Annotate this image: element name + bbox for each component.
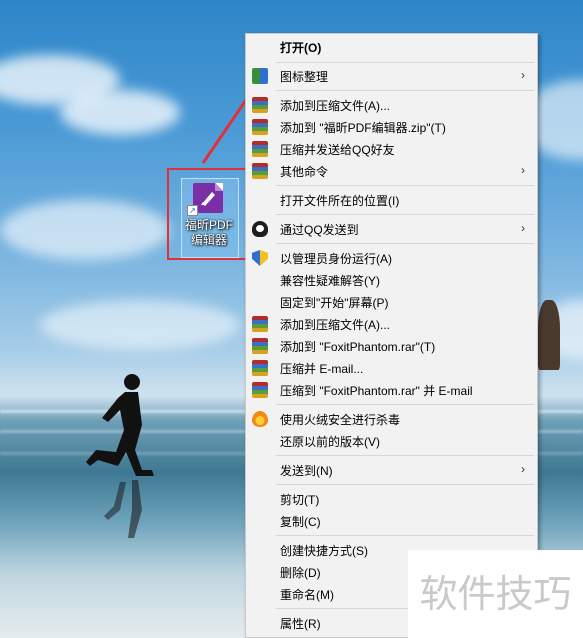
winrar-icon [252, 316, 268, 332]
menu-item-label: 图标整理 [280, 70, 329, 84]
menu-separator [276, 484, 534, 485]
winrar-icon [252, 382, 268, 398]
menu-item-troubleshoot-compat[interactable]: 兼容性疑难解答(Y) [246, 269, 537, 291]
winrar-icon [252, 360, 268, 376]
menu-item-label: 添加到压缩文件(A)... [280, 99, 390, 113]
winrar-icon [252, 338, 268, 354]
submenu-arrow-icon: › [521, 163, 525, 177]
shortcut-arrow-icon: ↗ [187, 205, 198, 216]
menu-item-open-file-location[interactable]: 打开文件所在的位置(I) [246, 189, 537, 211]
menu-item-winrar-compress-rar-email[interactable]: 压缩到 "FoxitPhantom.rar" 并 E-mail [246, 379, 537, 401]
menu-item-cut[interactable]: 剪切(T) [246, 488, 537, 510]
menu-item-label: 使用火绒安全进行杀毒 [280, 413, 401, 427]
sea-rock [538, 300, 560, 370]
menu-item-label: 发送到(N) [280, 464, 333, 478]
menu-separator [276, 535, 534, 536]
menu-item-compress-send-qq[interactable]: 压缩并发送给QQ好友 [246, 138, 537, 160]
submenu-arrow-icon: › [521, 462, 525, 476]
menu-item-label: 创建快捷方式(S) [280, 544, 368, 558]
menu-separator [276, 214, 534, 215]
menu-item-label: 兼容性疑难解答(Y) [280, 274, 380, 288]
menu-item-label: 通过QQ发送到 [280, 223, 359, 237]
menu-item-label: 重命名(M) [280, 588, 334, 602]
context-menu: 打开(O) 图标整理 › 添加到压缩文件(A)... 添加到 "福昕PDF编辑器… [245, 33, 538, 638]
grid-icon [252, 68, 268, 84]
archive-icon [252, 141, 268, 157]
menu-item-copy[interactable]: 复制(C) [246, 510, 537, 532]
menu-item-label: 其他命令 [280, 165, 329, 179]
menu-item-run-as-admin[interactable]: 以管理员身份运行(A) [246, 247, 537, 269]
runner-silhouette [86, 374, 154, 538]
menu-item-icon-arrange[interactable]: 图标整理 › [246, 65, 537, 87]
huorong-icon [252, 411, 268, 427]
menu-separator [276, 404, 534, 405]
cloud [0, 200, 170, 260]
menu-separator [276, 185, 534, 186]
menu-item-add-to-archive[interactable]: 添加到压缩文件(A)... [246, 94, 537, 116]
menu-item-send-to[interactable]: 发送到(N) › [246, 459, 537, 481]
menu-item-label: 剪切(T) [280, 493, 320, 507]
archive-icon [252, 163, 268, 179]
desktop-shortcut-highlight: ↗ 福昕PDF编辑器 [167, 168, 247, 260]
menu-item-label: 添加到 "福昕PDF编辑器.zip"(T) [280, 121, 446, 135]
archive-icon [252, 97, 268, 113]
cloud [40, 300, 240, 350]
cloud [60, 90, 180, 135]
menu-item-winrar-add-rar[interactable]: 添加到 "FoxitPhantom.rar"(T) [246, 335, 537, 357]
menu-item-restore-previous[interactable]: 还原以前的版本(V) [246, 430, 537, 452]
menu-item-send-via-qq[interactable]: 通过QQ发送到 › [246, 218, 537, 240]
menu-item-label: 压缩到 "FoxitPhantom.rar" 并 E-mail [280, 384, 473, 398]
submenu-arrow-icon: › [521, 68, 525, 82]
menu-item-label: 复制(C) [280, 515, 321, 529]
menu-item-label: 打开文件所在的位置(I) [280, 194, 400, 208]
watermark: 软件技巧 [408, 550, 583, 638]
menu-item-label: 固定到"开始"屏幕(P) [280, 296, 389, 310]
menu-item-label: 以管理员身份运行(A) [280, 252, 392, 266]
menu-separator [276, 243, 534, 244]
qq-icon [252, 221, 268, 237]
menu-separator [276, 455, 534, 456]
menu-item-winrar-compress-email[interactable]: 压缩并 E-mail... [246, 357, 537, 379]
menu-item-huorong-scan[interactable]: 使用火绒安全进行杀毒 [246, 408, 537, 430]
menu-item-label: 删除(D) [280, 566, 321, 580]
menu-item-label: 添加到 "FoxitPhantom.rar"(T) [280, 340, 436, 354]
menu-item-label: 打开(O) [280, 41, 322, 55]
menu-separator [276, 90, 534, 91]
desktop-icon-label: 福昕PDF编辑器 [184, 218, 233, 247]
menu-item-pin-to-start[interactable]: 固定到"开始"屏幕(P) [246, 291, 537, 313]
menu-item-other-commands[interactable]: 其他命令 › [246, 160, 537, 182]
menu-item-label: 压缩并 E-mail... [280, 362, 364, 376]
archive-icon [252, 119, 268, 135]
menu-item-open[interactable]: 打开(O) [246, 36, 537, 58]
menu-item-label: 还原以前的版本(V) [280, 435, 380, 449]
shield-icon [252, 250, 268, 266]
menu-item-label: 压缩并发送给QQ好友 [280, 143, 395, 157]
menu-separator [276, 62, 534, 63]
menu-item-label: 属性(R) [280, 617, 321, 631]
menu-item-winrar-add-archive[interactable]: 添加到压缩文件(A)... [246, 313, 537, 335]
menu-item-label: 添加到压缩文件(A)... [280, 318, 390, 332]
submenu-arrow-icon: › [521, 221, 525, 235]
menu-item-add-to-zip[interactable]: 添加到 "福昕PDF编辑器.zip"(T) [246, 116, 537, 138]
